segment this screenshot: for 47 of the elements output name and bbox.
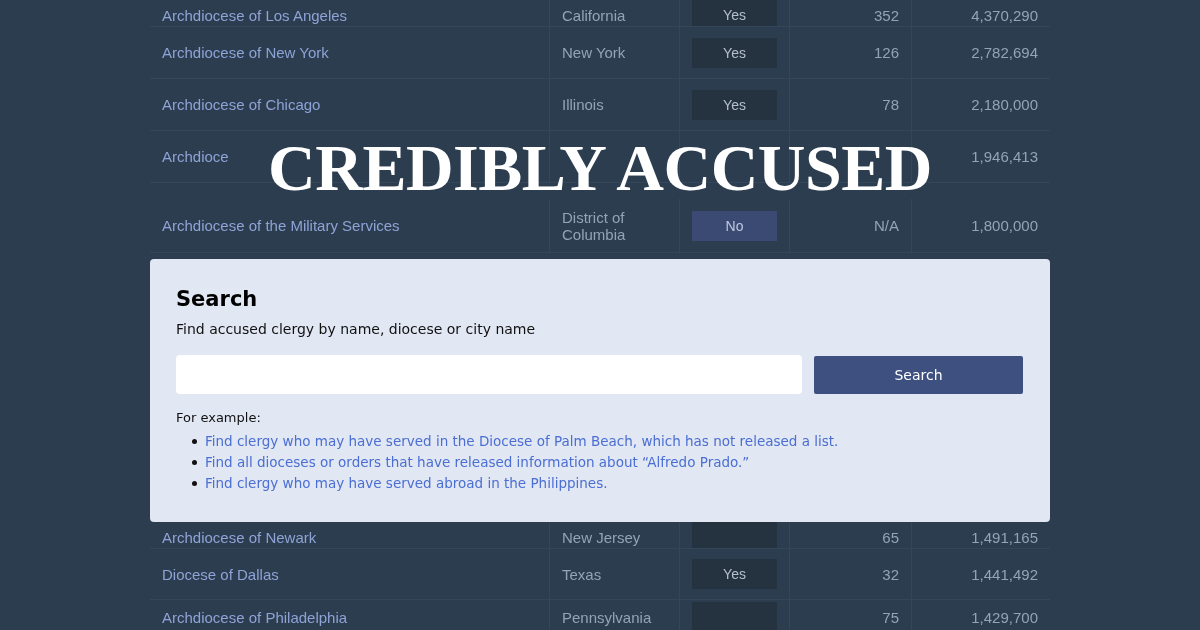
search-description: Find accused clergy by name, diocese or city name	[176, 321, 537, 337]
accused-count: 32	[882, 565, 899, 583]
released-badge: Yes	[692, 89, 777, 120]
accused-count: N/A	[874, 217, 899, 234]
bullet-icon	[192, 439, 197, 444]
catholic-population: 2,180,000	[971, 96, 1038, 113]
bullet-icon	[192, 460, 197, 465]
state-text: Illinois	[562, 96, 604, 113]
page-title: CREDIBLY ACCUSED	[268, 136, 932, 200]
catholic-population: 1,491,165	[971, 528, 1038, 546]
diocese-link[interactable]: Archdiocese of Los Angeles	[162, 6, 348, 24]
released-badge: No	[692, 210, 777, 241]
search-field[interactable]	[176, 355, 802, 394]
released-badge: Yes	[692, 37, 777, 68]
diocese-link[interactable]: Archdiocese of Chicago	[162, 96, 321, 113]
example-link[interactable]: Find clergy who may have served in the Diocese of Palm Beach, which has not released a list.	[205, 431, 839, 452]
catholic-population: 1,800,000	[971, 217, 1038, 234]
state-text: Texas	[562, 565, 602, 583]
search-heading: Search	[176, 287, 259, 311]
catholic-population: 1,441,492	[971, 565, 1038, 583]
diocese-link[interactable]: Archdioce	[162, 148, 229, 165]
diocese-link[interactable]: Archdiocese of Newark	[162, 528, 317, 546]
catholic-population: 4,370,290	[971, 6, 1038, 24]
diocese-link[interactable]: Archdiocese of the Military Services	[162, 217, 400, 234]
examples-label: For example:	[176, 410, 262, 425]
released-badge: Yes	[692, 0, 777, 26]
diocese-link[interactable]: Diocese of Dallas	[162, 565, 279, 583]
accused-count: 126	[873, 44, 899, 61]
bullet-icon	[192, 481, 197, 486]
accused-count: 78	[882, 96, 899, 113]
search-button[interactable]: Search	[814, 355, 1023, 394]
state-text: New Jersey	[562, 528, 641, 546]
state-text: New York	[562, 44, 626, 61]
example-link[interactable]: Find clergy who may have served abroad in the Philippines.	[205, 473, 608, 494]
catholic-population: 1,429,700	[971, 608, 1038, 626]
catholic-population: 1,946,413	[971, 148, 1038, 165]
state-text: California	[562, 6, 626, 24]
state-text: District of Columbia	[562, 208, 627, 243]
accused-count: 352	[873, 6, 899, 24]
state-text: Pennsylvania	[562, 608, 652, 626]
accused-count: 65	[882, 528, 899, 546]
accused-count: 75	[882, 608, 899, 626]
diocese-link[interactable]: Archdiocese of New York	[162, 44, 329, 61]
example-link[interactable]: Find all dioceses or orders that have released information about “Alfredo Prado.”	[205, 452, 750, 473]
catholic-population: 2,782,694	[971, 44, 1038, 61]
released-badge: Yes	[692, 559, 777, 589]
diocese-link[interactable]: Archdiocese of Philadelphia	[162, 608, 348, 626]
